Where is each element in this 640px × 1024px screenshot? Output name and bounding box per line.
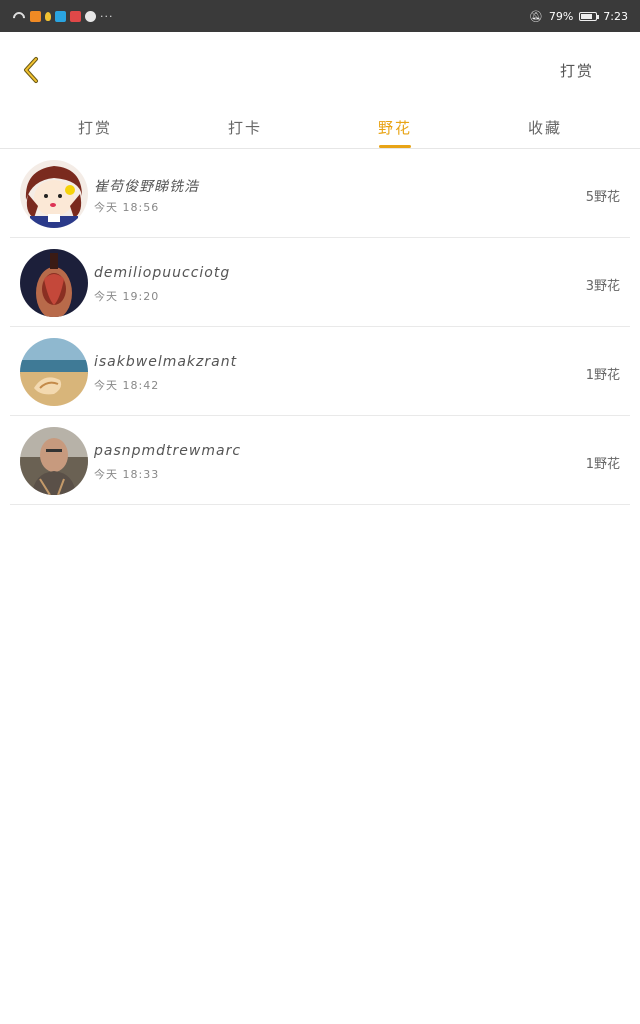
tab-reward[interactable]: 打赏 (78, 117, 112, 138)
wildflower-list: 崔苟俊野睇铣浩 今天 18:56 5野花 demiliopuucciotg 今天… (0, 149, 640, 505)
tab-checkin[interactable]: 打卡 (228, 117, 262, 138)
clock: 7:23 (603, 9, 628, 23)
user-name: pasnpmdtrewmarc (94, 443, 242, 459)
avatar[interactable] (20, 249, 88, 317)
timestamp: 今天 19:20 (94, 290, 160, 303)
flower-count: 1野花 (585, 368, 620, 383)
list-item[interactable]: pasnpmdtrewmarc 今天 18:33 1野花 (10, 416, 630, 505)
battery-percent: 79% (548, 9, 574, 23)
silent-bell-icon: 🔕︎ (528, 9, 543, 23)
chevron-left-icon (24, 57, 38, 83)
user-name: 崔苟俊野睇铣浩 (94, 179, 199, 195)
app-notification-icon (70, 10, 81, 22)
avatar[interactable] (20, 427, 88, 495)
wifi-icon (12, 11, 26, 22)
beach-shell-avatar-image (20, 338, 88, 406)
timestamp: 今天 18:33 (94, 468, 160, 481)
tab-favorites[interactable]: 收藏 (528, 117, 562, 138)
active-tab-indicator (378, 145, 411, 148)
flower-count: 1野花 (585, 457, 620, 472)
list-item[interactable]: demiliopuucciotg 今天 19:20 3野花 (10, 238, 630, 327)
wechat-icon (85, 10, 96, 22)
tab-wildflower-label: 野花 (377, 119, 413, 137)
more-notifications-icon: ··· (100, 9, 114, 23)
app-notification-icon (55, 10, 66, 22)
cartoon-avatar-image (20, 160, 88, 228)
tab-wildflower[interactable]: 野花 (377, 117, 413, 148)
list-item[interactable]: 崔苟俊野睇铣浩 今天 18:56 5野花 (10, 149, 630, 238)
tattoo-back-avatar-image (20, 249, 88, 317)
status-bar-notifications: ··· (12, 10, 114, 23)
status-bar-system: 🔕︎ 79% 7:23 (529, 10, 628, 23)
timestamp: 今天 18:56 (94, 201, 160, 214)
timestamp: 今天 18:42 (94, 379, 160, 392)
avatar[interactable] (20, 160, 88, 228)
app-notification-icon (30, 10, 41, 22)
bulb-icon (45, 11, 51, 21)
flower-count: 5野花 (585, 190, 620, 205)
battery-icon (579, 11, 600, 21)
man-portrait-avatar-image (20, 427, 88, 495)
back-button[interactable] (18, 54, 46, 86)
status-bar: ··· 🔕︎ 79% 7:23 (0, 0, 640, 32)
flower-count: 3野花 (585, 279, 620, 294)
list-item[interactable]: isakbwelmakzrant 今天 18:42 1野花 (10, 327, 630, 416)
header: 打赏 (0, 32, 640, 107)
user-name: demiliopuucciotg (94, 265, 231, 281)
battery-level (581, 13, 593, 19)
reward-button[interactable]: 打赏 (560, 60, 594, 81)
tab-bar: 打赏 打卡 野花 收藏 (0, 107, 640, 149)
avatar[interactable] (20, 338, 88, 406)
user-name: isakbwelmakzrant (94, 354, 238, 370)
